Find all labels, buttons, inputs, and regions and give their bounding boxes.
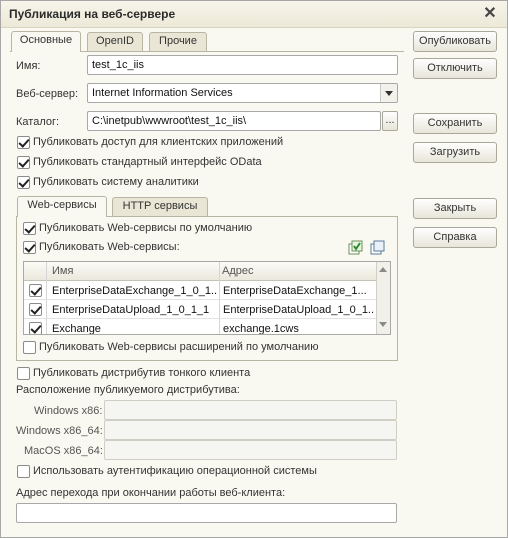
- redirect-label: Адрес перехода при окончании работы веб-…: [16, 487, 286, 499]
- thin-client-checkbox[interactable]: [17, 367, 30, 380]
- win-x64-field: [104, 420, 397, 440]
- chevron-down-icon[interactable]: [380, 84, 397, 102]
- table-scrollbar[interactable]: [376, 262, 390, 334]
- help-button[interactable]: Справка: [413, 227, 497, 248]
- row-address: EnterpriseDataExchange_1...: [223, 285, 367, 297]
- name-field[interactable]: test_1c_iis: [87, 55, 398, 75]
- row-name: EnterpriseDataUpload_1_0_1_1: [52, 304, 210, 316]
- odata-checkbox[interactable]: [17, 156, 30, 169]
- table-row[interactable]: Exchange exchange.1cws: [24, 319, 376, 335]
- win-x64-label: Windows x86_64:: [16, 425, 103, 437]
- directory-label: Каталог:: [16, 116, 60, 128]
- ws-extensions-label: Публиковать Web-сервисы расширений по ум…: [39, 341, 319, 353]
- check-all-icon[interactable]: [348, 240, 364, 256]
- tab-web-services[interactable]: Web-сервисы: [17, 196, 107, 217]
- mac-field: [104, 440, 397, 460]
- uncheck-all-icon[interactable]: [370, 240, 386, 256]
- server-label: Веб-сервер:: [16, 88, 79, 100]
- row-address: EnterpriseDataUpload_1_0_1...: [223, 304, 375, 316]
- col-name-header[interactable]: Имя: [52, 262, 73, 280]
- os-auth-label: Использовать аутентификацию операционной…: [33, 465, 317, 477]
- tab-http-services[interactable]: HTTP сервисы: [112, 197, 208, 216]
- table-header: Имя Адрес: [24, 262, 376, 281]
- analytics-label: Публиковать систему аналитики: [33, 176, 199, 188]
- server-select[interactable]: Internet Information Services: [87, 83, 398, 103]
- row-checkbox[interactable]: [29, 284, 42, 297]
- name-label: Имя:: [16, 60, 41, 72]
- analytics-checkbox[interactable]: [17, 176, 30, 189]
- row-name: Exchange: [52, 323, 101, 335]
- dialog-title: Публикация на веб-сервере: [9, 7, 176, 21]
- odata-label: Публиковать стандартный интерфейс OData: [33, 156, 262, 168]
- row-checkbox[interactable]: [29, 303, 42, 316]
- win-x86-field: [104, 400, 397, 420]
- row-checkbox[interactable]: [29, 322, 42, 334]
- server-value: Internet Information Services: [92, 87, 233, 99]
- tab-main[interactable]: Основные: [11, 31, 81, 52]
- distribution-location-label: Расположение публикуемого дистрибутива:: [16, 384, 240, 396]
- ws-publish-checkbox[interactable]: [23, 241, 36, 254]
- col-address-header[interactable]: Адрес: [222, 262, 254, 280]
- tab-openid[interactable]: OpenID: [87, 32, 143, 51]
- browse-button[interactable]: ...: [382, 111, 398, 131]
- disable-button[interactable]: Отключить: [413, 58, 497, 79]
- ws-publish-label: Публиковать Web-сервисы:: [39, 241, 180, 253]
- web-services-table[interactable]: Имя Адрес EnterpriseDataExchange_1_0_1..…: [23, 261, 391, 335]
- redirect-field[interactable]: [16, 503, 397, 523]
- os-auth-checkbox[interactable]: [17, 465, 30, 478]
- ws-extensions-checkbox[interactable]: [23, 341, 36, 354]
- row-name: EnterpriseDataExchange_1_0_1...: [52, 285, 217, 297]
- thin-client-label: Публиковать дистрибутив тонкого клиента: [33, 367, 251, 379]
- table-row[interactable]: EnterpriseDataUpload_1_0_1_1 EnterpriseD…: [24, 300, 376, 319]
- client-access-checkbox[interactable]: [17, 136, 30, 149]
- ws-default-label: Публиковать Web-сервисы по умолчанию: [39, 222, 253, 234]
- title-bar: Публикация на веб-сервере ✕: [1, 1, 507, 28]
- mac-label: MacOS x86_64:: [24, 445, 103, 457]
- ws-default-checkbox[interactable]: [23, 222, 36, 235]
- scroll-up-icon[interactable]: [379, 267, 387, 272]
- client-access-label: Публиковать доступ для клиентских прилож…: [33, 136, 284, 148]
- table-row[interactable]: EnterpriseDataExchange_1_0_1... Enterpri…: [24, 281, 376, 300]
- row-address: exchange.1cws: [223, 323, 299, 335]
- directory-field[interactable]: C:\inetpub\wwwroot\test_1c_iis\: [87, 111, 381, 131]
- close-button[interactable]: Закрыть: [413, 198, 497, 219]
- win-x86-label: Windows x86:: [34, 405, 103, 417]
- tab-other[interactable]: Прочие: [149, 32, 207, 51]
- save-button[interactable]: Сохранить: [413, 113, 497, 134]
- publish-dialog: Публикация на веб-сервере ✕ Основные Ope…: [0, 0, 508, 538]
- scroll-down-icon[interactable]: [379, 322, 387, 327]
- load-button[interactable]: Загрузить: [413, 142, 497, 163]
- close-icon[interactable]: ✕: [481, 5, 499, 23]
- publish-button[interactable]: Опубликовать: [413, 31, 497, 52]
